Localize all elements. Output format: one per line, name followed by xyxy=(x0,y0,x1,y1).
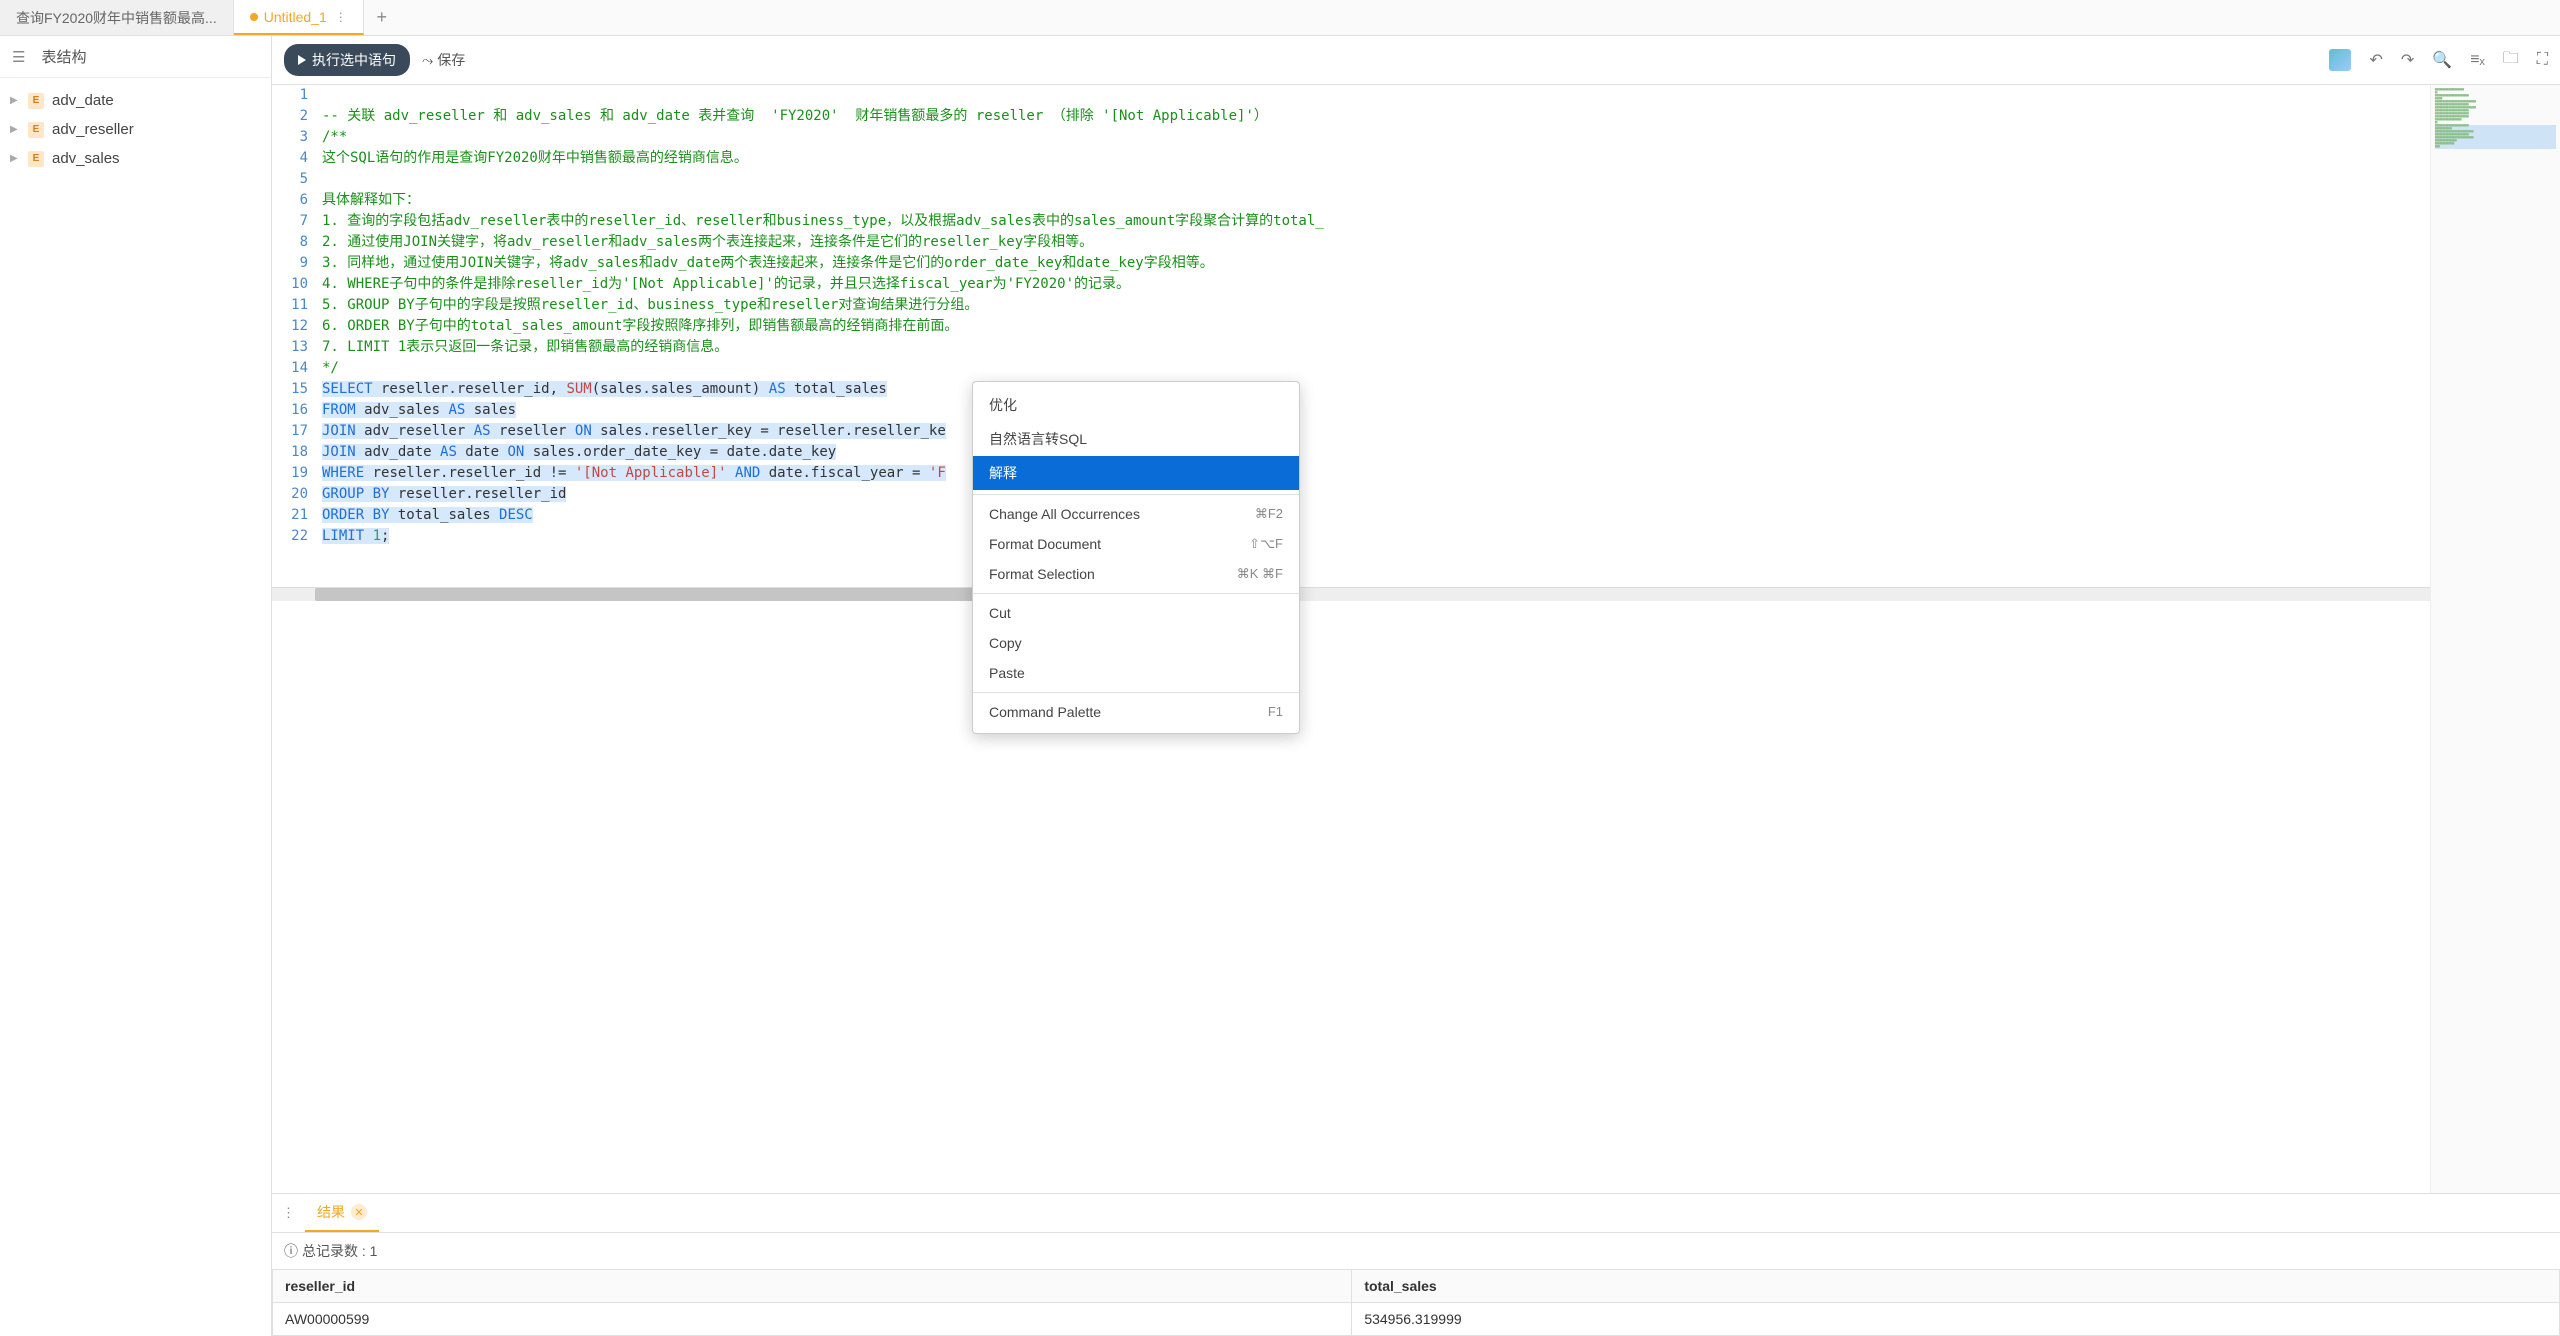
table-tree: ▶ E adv_date ▶ E adv_reseller ▶ E adv_sa… xyxy=(0,78,271,181)
tab-label: Untitled_1 xyxy=(264,9,327,25)
ctx-format-sel[interactable]: Format Selection⌘K ⌘F xyxy=(973,559,1299,589)
cell: 534956.319999 xyxy=(1352,1303,2560,1336)
results-total: 总记录数 : 1 xyxy=(302,1241,377,1261)
horizontal-scrollbar[interactable] xyxy=(272,587,2430,601)
info-icon: ⓘ xyxy=(284,1241,298,1261)
save-icon: ⤳ xyxy=(422,52,433,69)
caret-right-icon: ▶ xyxy=(10,95,24,106)
table-header-row: reseller_id total_sales xyxy=(273,1270,2560,1303)
clear-icon[interactable]: ≡ₓ xyxy=(2470,51,2485,69)
ctx-nl2sql[interactable]: 自然语言转SQL xyxy=(973,422,1299,456)
run-label: 执行选中语句 xyxy=(312,50,396,70)
results-menu-icon[interactable]: ⋮ xyxy=(272,1197,305,1229)
tab-label: 查询FY2020财年中销售额最高... xyxy=(16,8,217,28)
results-panel: ⋮ 结果 ✕ ⓘ 总记录数 : 1 reseller_id total_sale… xyxy=(272,1193,2560,1336)
save-label: 保存 xyxy=(437,50,465,70)
ctx-optimize[interactable]: 优化 xyxy=(973,388,1299,422)
ctx-paste[interactable]: Paste xyxy=(973,658,1299,688)
results-table: reseller_id total_sales AW00000599 53495… xyxy=(272,1269,2560,1336)
entity-badge-icon: E xyxy=(28,122,44,138)
tab-active[interactable]: Untitled_1 ⋮ xyxy=(234,0,364,35)
column-header[interactable]: total_sales xyxy=(1352,1270,2560,1303)
entity-badge-icon: E xyxy=(28,93,44,109)
table-row[interactable]: AW00000599 534956.319999 xyxy=(273,1303,2560,1336)
caret-right-icon: ▶ xyxy=(10,124,24,135)
tab-menu-icon[interactable]: ⋮ xyxy=(335,10,347,24)
sidebar-header: ☰ 表结构 xyxy=(0,36,271,78)
minimap[interactable]: ████████████████████████ ██ ████████████… xyxy=(2430,85,2560,1193)
hamburger-icon[interactable]: ☰ xyxy=(12,48,25,66)
avatar-icon[interactable] xyxy=(2329,49,2351,71)
tab-inactive[interactable]: 查询FY2020财年中销售额最高... xyxy=(0,0,234,35)
unsaved-dot-icon xyxy=(250,13,258,21)
entity-badge-icon: E xyxy=(28,151,44,167)
search-icon[interactable]: 🔍 xyxy=(2432,50,2452,70)
ctx-format-doc[interactable]: Format Document⇧⌥F xyxy=(973,529,1299,559)
ctx-explain[interactable]: 解释 xyxy=(973,456,1299,490)
tree-item[interactable]: ▶ E adv_reseller xyxy=(0,115,271,144)
run-selected-button[interactable]: 执行选中语句 xyxy=(284,44,410,76)
toolbar-icons: ↶ ↷ 🔍 ≡ₓ 🗀 ⛶ xyxy=(2329,47,2548,74)
tab-add-button[interactable]: + xyxy=(364,7,400,28)
results-tab-label: 结果 xyxy=(317,1202,345,1222)
expand-icon[interactable]: ⛶ xyxy=(2537,51,2548,69)
toolbar: 执行选中语句 ⤳ 保存 ↶ ↷ 🔍 ≡ₓ 🗀 ⛶ xyxy=(272,36,2560,85)
tree-label: adv_reseller xyxy=(52,121,134,138)
column-header[interactable]: reseller_id xyxy=(273,1270,1352,1303)
sidebar-title: 表结构 xyxy=(41,46,86,67)
tree-label: adv_date xyxy=(52,92,114,109)
context-menu: 优化 自然语言转SQL 解释 Change All Occurrences⌘F2… xyxy=(972,381,1300,734)
cell: AW00000599 xyxy=(273,1303,1352,1336)
tree-item[interactable]: ▶ E adv_sales xyxy=(0,144,271,173)
folder-icon[interactable]: 🗀 xyxy=(2503,47,2519,74)
tabs-bar: 查询FY2020财年中销售额最高... Untitled_1 ⋮ + xyxy=(0,0,2560,36)
save-button[interactable]: ⤳ 保存 xyxy=(422,50,465,70)
undo-icon[interactable]: ↶ xyxy=(2369,50,2382,70)
tree-item[interactable]: ▶ E adv_date xyxy=(0,86,271,115)
play-icon xyxy=(298,55,306,65)
ctx-copy[interactable]: Copy xyxy=(973,628,1299,658)
ctx-cut[interactable]: Cut xyxy=(973,598,1299,628)
sidebar: ☰ 表结构 ▶ E adv_date ▶ E adv_reseller ▶ E … xyxy=(0,36,272,1336)
close-icon[interactable]: ✕ xyxy=(351,1204,367,1220)
code-editor[interactable]: 1 2-- 关联 adv_reseller 和 adv_sales 和 adv_… xyxy=(272,85,2430,1193)
ctx-change-all[interactable]: Change All Occurrences⌘F2 xyxy=(973,499,1299,529)
ctx-command-palette[interactable]: Command PaletteF1 xyxy=(973,697,1299,727)
tree-label: adv_sales xyxy=(52,150,120,167)
results-tab[interactable]: 结果 ✕ xyxy=(305,1194,379,1232)
editor-area: 执行选中语句 ⤳ 保存 ↶ ↷ 🔍 ≡ₓ 🗀 ⛶ xyxy=(272,36,2560,1336)
redo-icon[interactable]: ↷ xyxy=(2401,50,2414,70)
results-meta: ⓘ 总记录数 : 1 xyxy=(272,1233,2560,1269)
caret-right-icon: ▶ xyxy=(10,153,24,164)
